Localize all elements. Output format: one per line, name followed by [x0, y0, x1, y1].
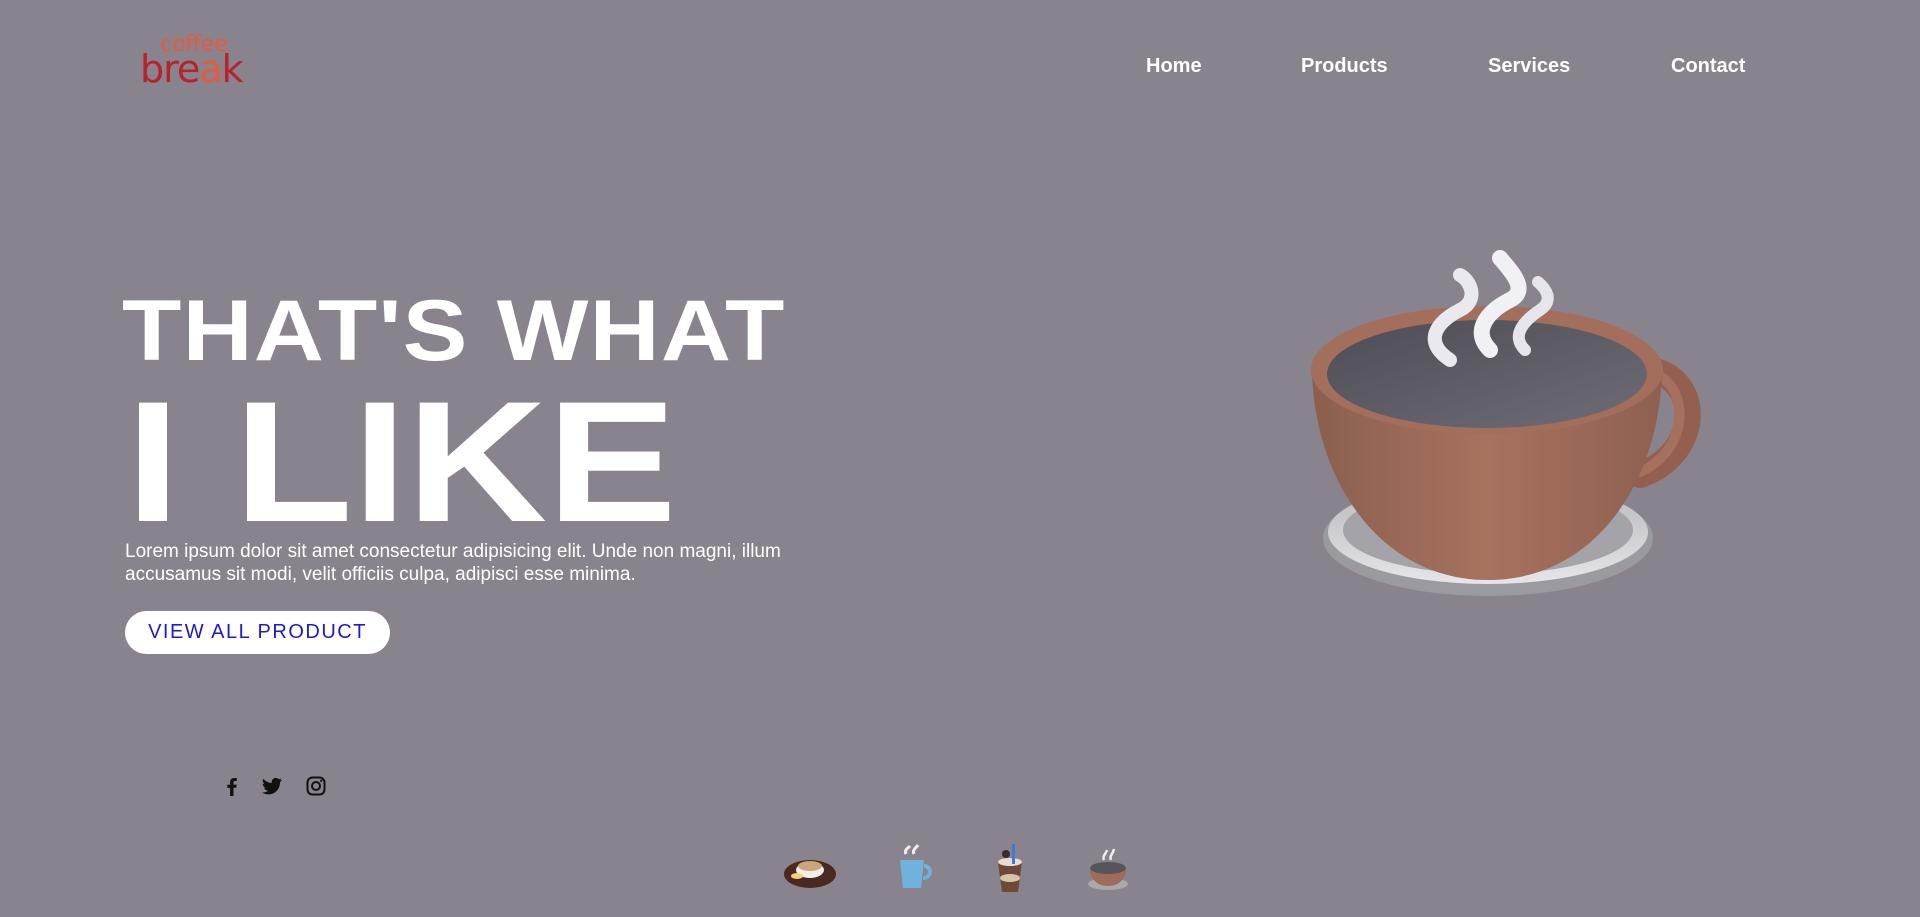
main-nav: Home Products Services Contact [0, 55, 1920, 85]
nav-home[interactable]: Home [1146, 55, 1202, 78]
product-thumbnails [0, 840, 1920, 900]
hero-description: Lorem ipsum dolor sit amet consectetur a… [125, 541, 781, 585]
iced-coffee-thumb[interactable] [982, 840, 1038, 896]
nav-contact[interactable]: Contact [1671, 55, 1745, 78]
nav-services[interactable]: Services [1488, 55, 1570, 78]
hero-heading-line1: THAT'S WHAT [122, 283, 786, 379]
facebook-icon[interactable] [220, 774, 244, 798]
blue-mug-thumb[interactable] [884, 840, 940, 896]
view-all-product-button[interactable]: VIEW ALL PRODUCT [125, 611, 390, 654]
latte-cup-thumb[interactable] [782, 840, 838, 896]
nav-products[interactable]: Products [1301, 55, 1388, 78]
hero-heading-line2: I LIKE [126, 366, 677, 558]
instagram-icon[interactable] [304, 774, 328, 798]
twitter-icon[interactable] [260, 774, 284, 798]
coffee-cup-illustration [1300, 250, 1720, 620]
coffee-cup-thumb[interactable] [1080, 840, 1136, 896]
